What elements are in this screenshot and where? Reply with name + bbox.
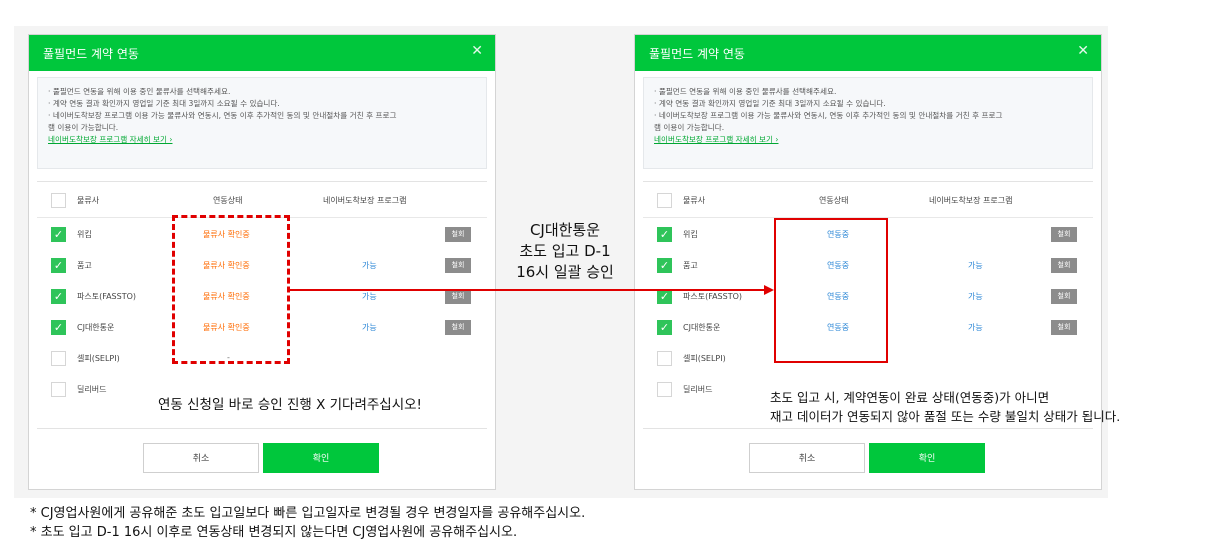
program-detail-link[interactable]: 네이버도착보장 프로그램 자세히 보기 ›: [48, 134, 476, 146]
company-name: 위킵: [683, 230, 698, 239]
company-name: 위킵: [77, 230, 92, 239]
row-checkbox[interactable]: ✓: [657, 289, 672, 304]
warning-line: 재고 데이터가 연동되지 않아 품절 또는 수량 불일치 상태가 됩니다.: [770, 409, 1121, 424]
modal-title: 풀필먼드 계약 연동: [43, 47, 139, 61]
withdraw-button[interactable]: 철회: [445, 258, 471, 273]
header-company: 물류사: [683, 196, 706, 205]
footnote: * 초도 입고 D-1 16시 이후로 연동상태 변경되지 않는다면 CJ영업사…: [30, 525, 518, 540]
row-checkbox[interactable]: [657, 351, 672, 366]
notice-line: · 계약 연동 결과 확인까지 영업일 기준 최대 3일까지 소요될 수 있습니…: [48, 99, 280, 108]
header-program: 네이버도착보장 프로그램: [323, 196, 407, 205]
confirm-button[interactable]: 확인: [869, 443, 985, 473]
program-availability: 가능: [968, 261, 983, 270]
company-name: CJ대한통운: [683, 323, 721, 332]
row-checkbox[interactable]: ✓: [51, 258, 66, 273]
header-status: 연동상태: [213, 196, 243, 205]
callout-line: CJ대한통운: [529, 221, 601, 239]
withdraw-button[interactable]: 철회: [1051, 289, 1077, 304]
row-checkbox[interactable]: [51, 382, 66, 397]
withdraw-button[interactable]: 철회: [1051, 258, 1077, 273]
row-checkbox[interactable]: ✓: [51, 320, 66, 335]
modal-title: 풀필먼드 계약 연동: [649, 47, 745, 61]
approval-callout: CJ대한통운 초도 입고 D-1 16시 일괄 승인: [490, 220, 640, 283]
withdraw-button[interactable]: 철회: [1051, 320, 1077, 335]
program-detail-link[interactable]: 네이버도착보장 프로그램 자세히 보기 ›: [654, 134, 1082, 146]
withdraw-button[interactable]: 철회: [1051, 227, 1077, 242]
program-availability: 가능: [968, 292, 983, 301]
active-status-highlight: [774, 218, 888, 363]
modal-header: 풀필먼드 계약 연동 ✕: [635, 35, 1101, 71]
row-checkbox[interactable]: ✓: [51, 289, 66, 304]
header-status: 연동상태: [819, 196, 849, 205]
withdraw-button[interactable]: 철회: [445, 289, 471, 304]
header-program: 네이버도착보장 프로그램: [929, 196, 1013, 205]
company-name: 딜리버드: [683, 385, 713, 394]
company-name: 파스토(FASSTO): [77, 292, 137, 301]
company-name: 딜리버드: [77, 385, 107, 394]
company-name: 품고: [77, 261, 92, 270]
company-name: 셀피(SELPI): [77, 354, 120, 363]
company-name: 파스토(FASSTO): [683, 292, 743, 301]
confirm-button[interactable]: 확인: [263, 443, 379, 473]
row-checkbox[interactable]: [657, 382, 672, 397]
close-icon[interactable]: ✕: [1077, 43, 1089, 59]
withdraw-button[interactable]: 철회: [445, 320, 471, 335]
row-checkbox[interactable]: ✓: [657, 227, 672, 242]
row-checkbox[interactable]: ✓: [657, 258, 672, 273]
company-name: CJ대한통운: [77, 323, 115, 332]
wait-note: 연동 신청일 바로 승인 진행 X 기다려주십시오!: [158, 397, 422, 413]
program-availability: 가능: [362, 261, 377, 270]
pending-status-highlight: [172, 215, 290, 364]
callout-line: 16시 일괄 승인: [516, 263, 614, 281]
program-availability: 가능: [362, 323, 377, 332]
table-header: 물류사 연동상태 네이버도착보장 프로그램: [37, 182, 487, 218]
select-all-checkbox[interactable]: [51, 193, 66, 208]
notice-box: · 풀필먼드 연동을 위해 이용 중인 물류사를 선택해주세요. · 계약 연동…: [37, 77, 487, 169]
close-icon[interactable]: ✕: [471, 43, 483, 59]
notice-line: · 네이버도착보장 프로그램 이용 가능 물류사와 연동시, 연동 이후 추가적…: [48, 111, 397, 120]
row-checkbox[interactable]: ✓: [657, 320, 672, 335]
table-header: 물류사 연동상태 네이버도착보장 프로그램: [643, 182, 1093, 218]
notice-line: · 풀필먼드 연동을 위해 이용 중인 물류사를 선택해주세요.: [48, 87, 231, 96]
program-availability: 가능: [968, 323, 983, 332]
notice-line: · 계약 연동 결과 확인까지 영업일 기준 최대 3일까지 소요될 수 있습니…: [654, 99, 886, 108]
withdraw-button[interactable]: 철회: [445, 227, 471, 242]
row-checkbox[interactable]: [51, 351, 66, 366]
transition-arrow: [290, 289, 766, 291]
footnote: * CJ영업사원에게 공유해준 초도 입고일보다 빠른 입고일자로 변경될 경우…: [30, 506, 586, 521]
callout-line: 초도 입고 D-1: [519, 242, 611, 260]
company-name: 셀피(SELPI): [683, 354, 726, 363]
notice-line: · 풀필먼드 연동을 위해 이용 중인 물류사를 선택해주세요.: [654, 87, 837, 96]
modal-header: 풀필먼드 계약 연동 ✕: [29, 35, 495, 71]
notice-line: 램 이용이 가능합니다.: [48, 123, 119, 132]
row-checkbox[interactable]: ✓: [51, 227, 66, 242]
select-all-checkbox[interactable]: [657, 193, 672, 208]
notice-line: · 네이버도착보장 프로그램 이용 가능 물류사와 연동시, 연동 이후 추가적…: [654, 111, 1003, 120]
notice-box: · 풀필먼드 연동을 위해 이용 중인 물류사를 선택해주세요. · 계약 연동…: [643, 77, 1093, 169]
header-company: 물류사: [77, 196, 100, 205]
company-name: 품고: [683, 261, 698, 270]
warning-line: 초도 입고 시, 계약연동이 완료 상태(연동중)가 아니면: [770, 390, 1050, 405]
cancel-button[interactable]: 취소: [749, 443, 865, 473]
notice-line: 램 이용이 가능합니다.: [654, 123, 725, 132]
cancel-button[interactable]: 취소: [143, 443, 259, 473]
warning-note: 초도 입고 시, 계약연동이 완료 상태(연동중)가 아니면 재고 데이터가 연…: [770, 388, 1120, 426]
program-availability: 가능: [362, 292, 377, 301]
arrow-head-icon: [764, 285, 774, 295]
